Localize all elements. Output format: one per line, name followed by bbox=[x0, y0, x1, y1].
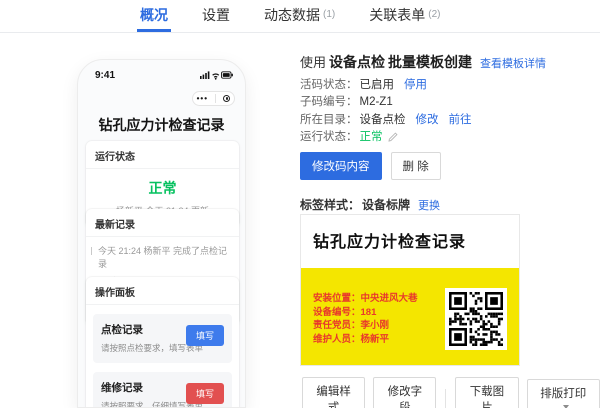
usage-summary: 使用设备点检批量模板创建查看模板详情 bbox=[300, 52, 546, 72]
detail-buttons: 修改码内容 删 除 bbox=[300, 152, 441, 180]
label-style-value: 设备标牌 bbox=[362, 196, 410, 213]
run-status-value: 正常 bbox=[86, 178, 239, 198]
timeline-tick bbox=[91, 247, 92, 255]
qr-status-row: 活码状态： 已启用 停用 bbox=[300, 76, 472, 94]
battery-icon bbox=[222, 72, 233, 78]
edit-pencil-icon[interactable] bbox=[388, 132, 398, 142]
delete-button[interactable]: 删 除 bbox=[391, 152, 441, 180]
label-field-maintainer: 维护人员：杨新平 bbox=[313, 333, 418, 347]
close-target-icon[interactable] bbox=[223, 95, 230, 102]
tab-settings-label: 设置 bbox=[202, 5, 230, 25]
inspection-record-item: 点检记录 请按照点检要求，填写表单 填写 bbox=[93, 314, 232, 363]
tab-related-forms-count: (2) bbox=[428, 9, 440, 20]
label-actions: 编辑样式 修改字段 下载图片 排版打印 bbox=[302, 377, 600, 408]
goto-directory-link[interactable]: 前往 bbox=[449, 114, 472, 126]
change-label-style-link[interactable]: 更换 bbox=[418, 197, 440, 213]
layout-print-label: 排版打印 bbox=[540, 388, 586, 400]
miniprogram-capsule: ••• bbox=[192, 91, 235, 106]
download-image-button[interactable]: 下载图片 bbox=[455, 377, 518, 408]
label-field-responsible: 责任党员：李小刚 bbox=[313, 319, 418, 333]
modify-code-content-button[interactable]: 修改码内容 bbox=[300, 152, 382, 180]
usage-suffix: 批量模板创建 bbox=[388, 54, 472, 70]
operation-panel-header: 操作面板 bbox=[86, 277, 239, 305]
label-field-device-no: 设备编号：181 bbox=[313, 306, 418, 320]
tab-bar: 概况 设置 动态数据 (1) 关联表单 (2) bbox=[0, 0, 600, 33]
modify-fields-button[interactable]: 修改字段 bbox=[373, 377, 436, 408]
tab-overview-label: 概况 bbox=[140, 5, 168, 25]
operation-panel-card: 操作面板 点检记录 请按照点检要求，填写表单 填写 维修记录 请按照要求，仔细填… bbox=[86, 277, 239, 408]
layout-print-button[interactable]: 排版打印 bbox=[527, 379, 600, 408]
view-template-details-link[interactable]: 查看模板详情 bbox=[480, 58, 546, 70]
tab-dynamic-data-label: 动态数据 bbox=[264, 5, 320, 25]
tab-related-forms[interactable]: 关联表单 (2) bbox=[366, 0, 443, 32]
inspection-fill-button[interactable]: 填写 bbox=[186, 325, 224, 346]
label-fields: 安装位置：中央进风大巷 设备编号：181 责任党员：李小刚 维护人员：杨新平 bbox=[313, 292, 418, 346]
qr-status-label: 活码状态： bbox=[300, 79, 358, 91]
repair-fill-button[interactable]: 填写 bbox=[186, 383, 224, 404]
running-status-row: 运行状态： 正常 bbox=[300, 129, 472, 147]
usage-prefix: 使用 bbox=[300, 55, 326, 70]
running-status-label: 运行状态： bbox=[300, 131, 358, 143]
label-style-label: 标签样式： bbox=[300, 196, 360, 213]
detail-rows: 活码状态： 已启用 停用 子码编号： M2-Z1 所在目录： 设备点检 修改 前… bbox=[300, 76, 472, 146]
tab-related-forms-label: 关联表单 bbox=[369, 5, 425, 25]
signal-icon bbox=[200, 71, 209, 79]
edit-style-button[interactable]: 编辑样式 bbox=[302, 377, 365, 408]
disable-link[interactable]: 停用 bbox=[404, 79, 427, 91]
directory-row: 所在目录： 设备点检 修改 前往 bbox=[300, 111, 472, 129]
tab-settings[interactable]: 设置 bbox=[199, 0, 233, 32]
page: 概况 设置 动态数据 (1) 关联表单 (2) 9:41 bbox=[0, 0, 600, 408]
wifi-icon bbox=[213, 74, 219, 77]
download-image-label: 下载图片 bbox=[470, 386, 505, 408]
status-time: 9:41 bbox=[95, 70, 115, 81]
subcode-label: 子码编号： bbox=[300, 96, 358, 108]
modify-directory-link[interactable]: 修改 bbox=[416, 114, 439, 126]
directory-label: 所在目录： bbox=[300, 114, 358, 126]
phone-preview: 9:41 ••• bbox=[77, 59, 246, 408]
record-line: 今天 21:24 杨新平 完成了点检记录 bbox=[98, 244, 230, 270]
phone-status-bar: 9:41 bbox=[95, 69, 234, 81]
subcode-value: M2-Z1 bbox=[360, 96, 393, 108]
phone-page-title: 钻孔应力计检查记录 bbox=[78, 115, 245, 135]
status-icons bbox=[200, 70, 234, 80]
qr-code-pattern bbox=[449, 292, 503, 346]
label-yellow-area: 安装位置：中央进风大巷 设备编号：181 责任党员：李小刚 维护人员：杨新平 bbox=[301, 268, 519, 365]
repair-record-item: 维修记录 请按照要求，仔细填写表单 填写 bbox=[93, 372, 232, 408]
label-style-row: 标签样式： 设备标牌 更换 bbox=[300, 196, 440, 213]
label-field-location: 安装位置：中央进风大巷 bbox=[313, 292, 418, 306]
actions-divider bbox=[445, 389, 446, 408]
subcode-row: 子码编号： M2-Z1 bbox=[300, 94, 472, 112]
run-status-header: 运行状态 bbox=[86, 141, 239, 169]
capsule-divider bbox=[215, 94, 216, 103]
directory-value: 设备点检 bbox=[360, 114, 406, 126]
tab-dynamic-data[interactable]: 动态数据 (1) bbox=[261, 0, 338, 32]
usage-template-name: 设备点检 bbox=[329, 54, 385, 70]
tab-overview[interactable]: 概况 bbox=[137, 0, 171, 32]
qr-code bbox=[445, 288, 507, 350]
more-dots-icon[interactable]: ••• bbox=[197, 95, 208, 103]
label-preview-title: 钻孔应力计检查记录 bbox=[301, 215, 519, 252]
latest-record-header: 最新记录 bbox=[86, 209, 239, 237]
running-status-value: 正常 bbox=[360, 131, 383, 143]
label-preview-card: 钻孔应力计检查记录 安装位置：中央进风大巷 设备编号：181 责任党员：李小刚 … bbox=[300, 214, 520, 366]
tab-dynamic-data-count: (1) bbox=[323, 9, 335, 20]
qr-status-value: 已启用 bbox=[360, 79, 395, 91]
